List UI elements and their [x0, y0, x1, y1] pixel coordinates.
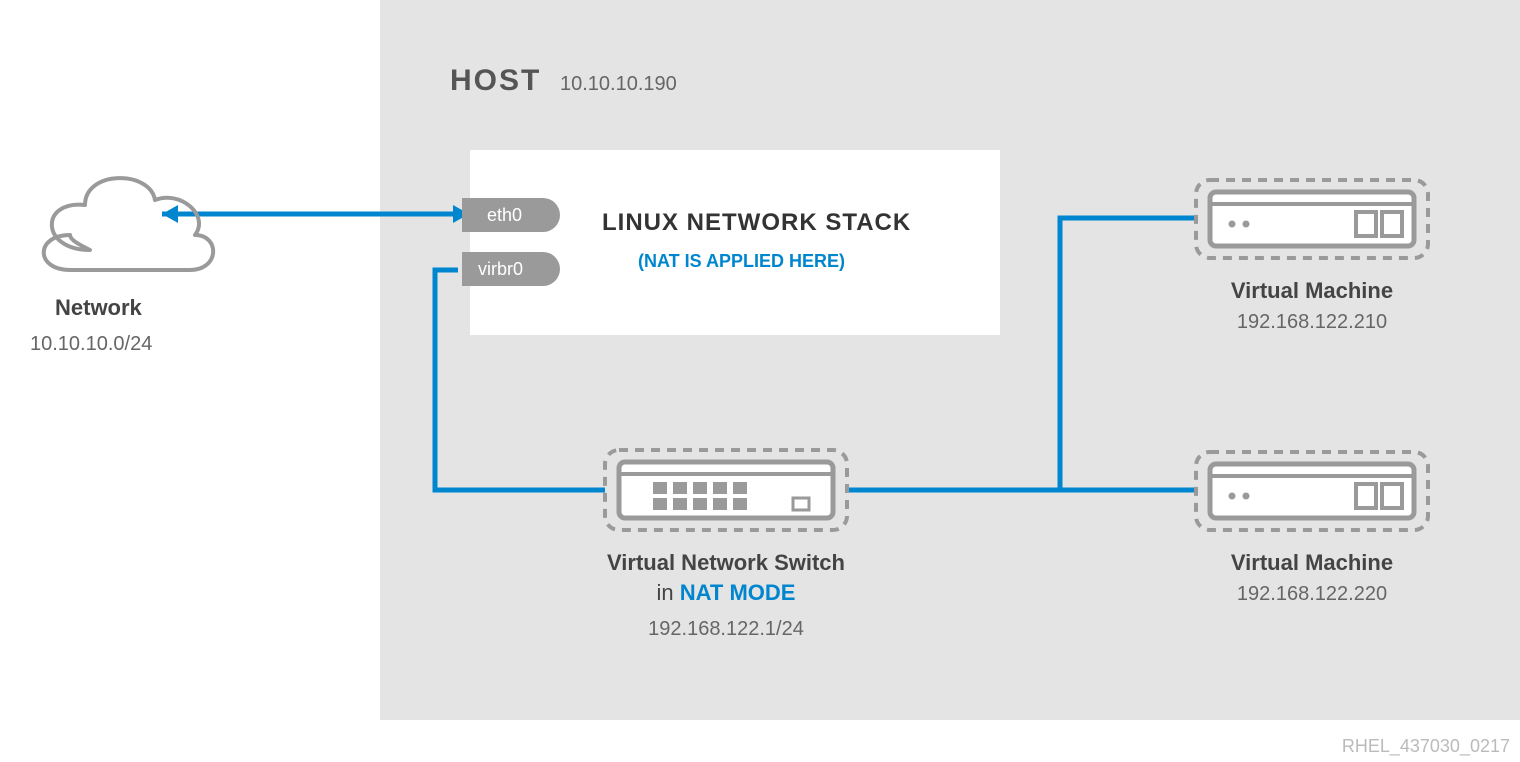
network-diagram: HOST 10.10.10.190 Network 10.10.10.0/24 … [0, 0, 1520, 762]
vm1-title: Virtual Machine [1231, 278, 1393, 303]
vm2-device-icon [1196, 452, 1428, 530]
vm1-ip: 192.168.122.210 [1237, 311, 1387, 333]
host-panel [380, 0, 1520, 720]
network-title: Network [55, 295, 143, 320]
vswitch-device-icon [605, 450, 847, 530]
vswitch-mode-line: in NAT MODE [657, 580, 796, 605]
vm2-ip: 192.168.122.220 [1237, 583, 1387, 605]
network-subnet: 10.10.10.0/24 [30, 333, 152, 355]
vm2-title: Virtual Machine [1231, 550, 1393, 575]
vm1-device-icon [1196, 180, 1428, 258]
linux-stack-note: (NAT IS APPLIED HERE) [638, 251, 845, 271]
host-title: HOST [450, 64, 541, 97]
cloud-icon [44, 178, 213, 270]
figure-marker: RHEL_437030_0217 [1342, 736, 1510, 757]
vswitch-title: Virtual Network Switch [607, 550, 845, 575]
vswitch-ip: 192.168.122.1/24 [648, 618, 804, 640]
linux-stack-card [470, 150, 1000, 335]
interface-virbr0: virbr0 [462, 252, 560, 286]
svg-text:eth0: eth0 [487, 205, 522, 225]
interface-eth0: eth0 [462, 198, 560, 232]
host-ip: 10.10.10.190 [560, 73, 677, 95]
svg-text:virbr0: virbr0 [478, 259, 523, 279]
linux-stack-title: LINUX NETWORK STACK [602, 209, 911, 236]
